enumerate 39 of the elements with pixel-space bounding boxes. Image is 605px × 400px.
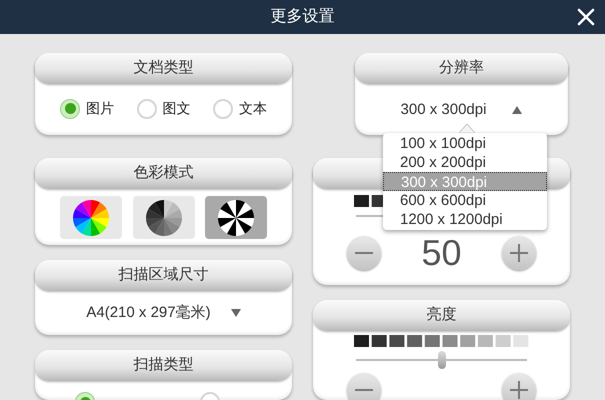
pinwheel-icon <box>217 198 255 236</box>
radio-label: 文本 <box>239 99 267 118</box>
shaded-wheel-icon <box>144 198 182 236</box>
minus-button[interactable] <box>347 373 381 400</box>
caret-icon <box>230 309 241 318</box>
panel-title: 色彩模式 <box>134 162 194 183</box>
panel-title: 亮度 <box>426 304 456 325</box>
panel-title: 文档类型 <box>134 58 194 78</box>
minus-icon <box>355 252 373 254</box>
close-button[interactable] <box>577 8 595 26</box>
color-mode-button[interactable] <box>205 196 267 239</box>
plus-icon <box>510 381 528 399</box>
slider-thumb[interactable] <box>438 351 446 369</box>
panel-title: 扫描类型 <box>134 354 194 375</box>
color-mode-button[interactable] <box>132 196 194 239</box>
minus-icon <box>355 389 373 391</box>
scan-area-dropdown[interactable]: A4(210 x 297毫米) <box>82 300 245 326</box>
resolution-dropdown[interactable]: 300 x 300dpi <box>396 97 526 124</box>
plus-icon <box>510 244 528 262</box>
radio-button[interactable] <box>60 98 80 118</box>
value-readout: 50 <box>421 233 462 273</box>
hue-wheel-icon <box>72 198 110 236</box>
radio-button[interactable] <box>136 98 156 118</box>
panel-title: 分辨率 <box>439 58 484 78</box>
plus-button[interactable] <box>502 236 536 270</box>
dropdown-option[interactable]: 200 x 200dpi <box>383 153 547 172</box>
radio-label: 图文 <box>162 99 190 118</box>
window-title: 更多设置 <box>270 7 334 27</box>
caret-icon <box>512 106 522 114</box>
dropdown-option[interactable]: 100 x 100dpi <box>383 134 547 153</box>
panel-title: 扫描区域尺寸 <box>118 264 208 285</box>
minus-button[interactable] <box>347 236 381 270</box>
color-mode-button[interactable] <box>60 196 122 239</box>
dropdown-option[interactable]: 1200 x 1200dpi <box>383 210 547 229</box>
close-icon <box>577 8 595 26</box>
dropdown-option[interactable]: 600 x 600dpi <box>383 191 547 210</box>
radio-button[interactable] <box>213 98 233 118</box>
radio-label: 图片 <box>86 99 114 118</box>
plus-button[interactable] <box>502 373 536 400</box>
